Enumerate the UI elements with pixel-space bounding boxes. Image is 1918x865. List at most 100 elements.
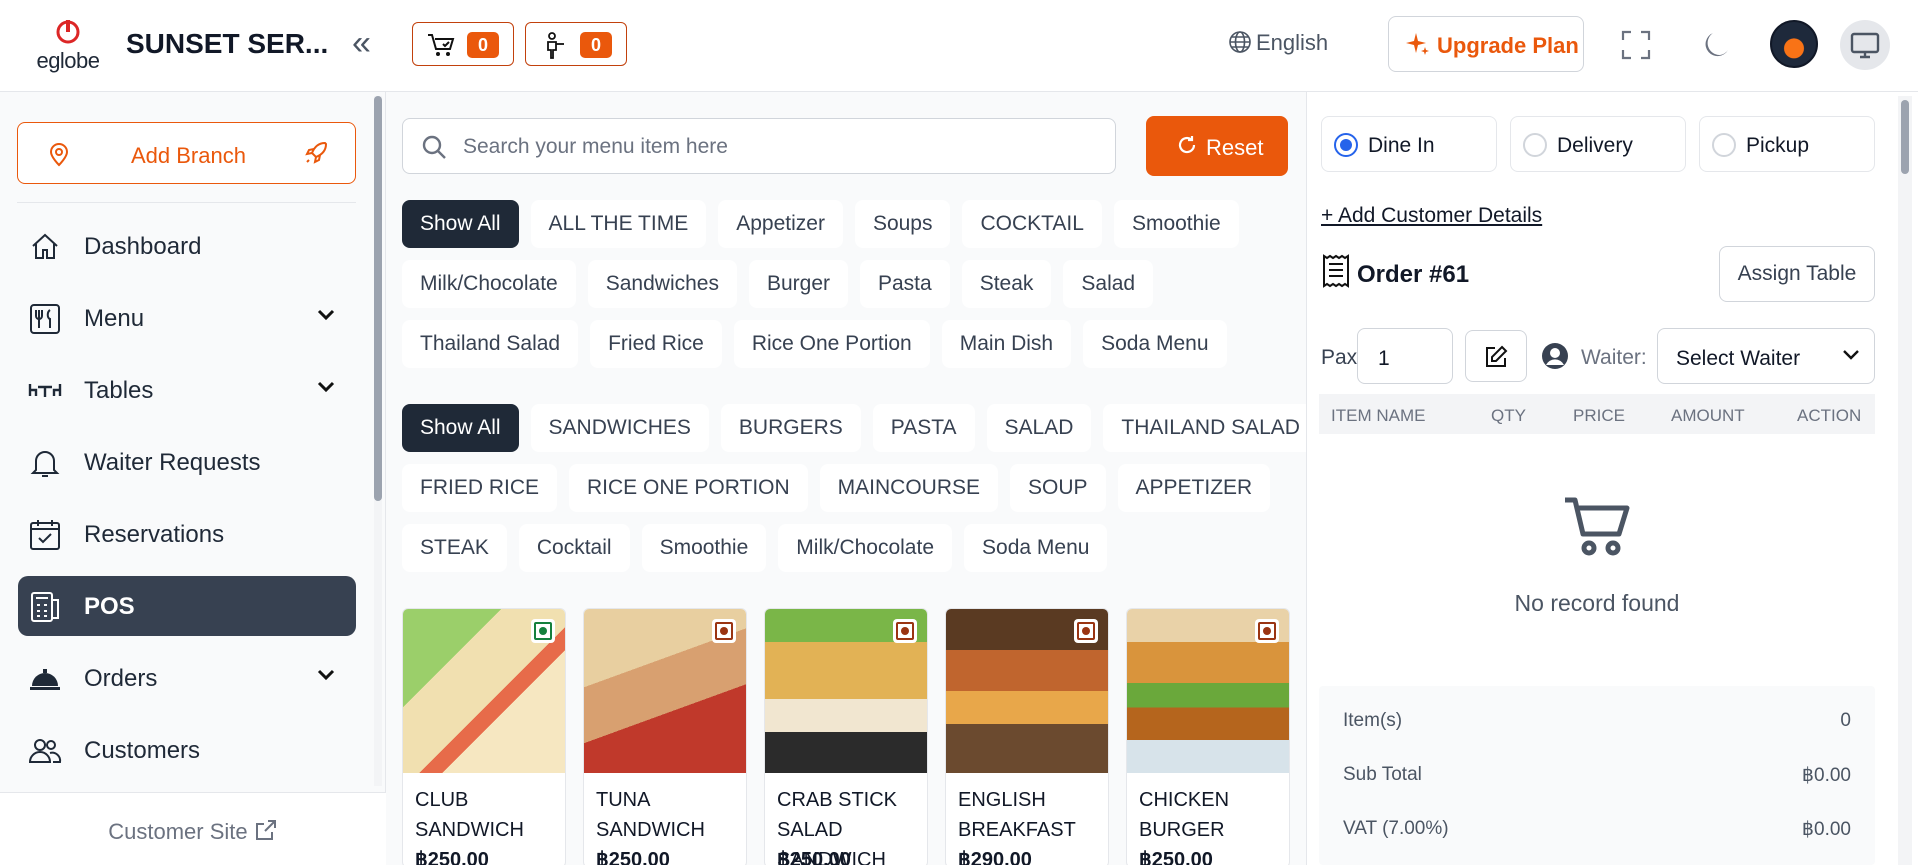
category-chip[interactable]: MAINCOURSE (819, 464, 999, 512)
desktop-view-button[interactable] (1840, 20, 1890, 70)
menu-chip[interactable]: Main Dish (941, 320, 1072, 368)
sidebar-item-customers[interactable]: Customers (18, 720, 356, 780)
collapse-sidebar-icon[interactable]: « (352, 26, 371, 60)
home-icon (32, 233, 58, 259)
menu-item-card[interactable]: ENGLISH BREAKFAST ฿290.00 (945, 608, 1109, 865)
menu-chip[interactable]: Soups (854, 200, 951, 248)
menu-filter-row: Show All ALL THE TIME Appetizer Soups CO… (402, 200, 1239, 248)
customer-site-link[interactable]: Customer Site (0, 792, 386, 865)
menu-item-card[interactable]: CRAB STICK SALAD SANDWICH ฿250.00 (764, 608, 928, 865)
empty-cart-icon (1565, 497, 1630, 556)
menu-chip[interactable]: Milk/Chocolate (402, 260, 576, 308)
sidebar-item-dashboard[interactable]: Dashboard (18, 216, 356, 276)
sparkle-icon (1405, 31, 1431, 63)
assign-table-button[interactable]: Assign Table (1719, 246, 1875, 302)
sidebar-item-menu[interactable]: Menu (18, 288, 356, 348)
category-chip[interactable]: BURGERS (720, 404, 861, 452)
menu-chip[interactable]: Salad (1063, 260, 1154, 308)
reset-button[interactable]: Reset (1146, 116, 1288, 176)
menu-item-card[interactable]: CHICKEN BURGER ฿250.00 (1126, 608, 1290, 865)
category-chip[interactable]: SOUP (1010, 464, 1106, 512)
sidebar-item-label: Dashboard (84, 233, 202, 260)
pax-input[interactable]: 1 (1357, 328, 1453, 384)
waiter-requests-button[interactable]: 0 (525, 22, 627, 66)
menu-chip[interactable]: COCKTAIL (962, 200, 1102, 248)
category-chip[interactable]: Show All (402, 404, 519, 452)
category-chip[interactable]: SALAD (986, 404, 1092, 452)
sidebar-item-waiter-requests[interactable]: Waiter Requests (18, 432, 356, 492)
category-chip[interactable]: STEAK (402, 524, 507, 572)
add-customer-link[interactable]: + Add Customer Details (1321, 204, 1542, 228)
waiter-label: Waiter: (1581, 346, 1647, 369)
globe-icon (1229, 31, 1251, 53)
map-pin-icon (48, 141, 70, 173)
nonveg-indicator (1255, 619, 1279, 643)
edit-icon (1486, 345, 1508, 367)
sidebar-item-label: Tables (84, 377, 154, 404)
menu-chip[interactable]: Steak (961, 260, 1052, 308)
menu-chip[interactable]: Show All (402, 200, 519, 248)
menu-chip[interactable]: Burger (748, 260, 848, 308)
external-link-icon (255, 820, 276, 840)
order-scrollbar[interactable] (1901, 100, 1909, 174)
add-branch-label: Add Branch (131, 143, 246, 168)
menu-chip[interactable]: Sandwiches (587, 260, 737, 308)
menu-chip[interactable]: Appetizer (718, 200, 843, 248)
category-filter-row: STEAK Cocktail Smoothie Milk/Chocolate S… (402, 524, 1108, 572)
veg-indicator (531, 619, 555, 643)
category-chip[interactable]: FRIED RICE (402, 464, 558, 512)
menu-chip[interactable]: Fried Rice (590, 320, 722, 368)
menu-item-card[interactable]: CLUB SANDWICH ฿250.00 (402, 608, 566, 865)
sidebar-scrollbar[interactable] (374, 96, 382, 501)
menu-chip[interactable]: ALL THE TIME (530, 200, 707, 248)
sidebar-item-pos[interactable]: POS (18, 576, 356, 636)
order-type-delivery[interactable]: Delivery (1510, 116, 1686, 172)
search-input[interactable] (463, 131, 1093, 163)
sidebar-item-label: Orders (84, 665, 158, 692)
sidebar-item-orders[interactable]: Orders (18, 648, 356, 708)
order-type-pickup[interactable]: Pickup (1699, 116, 1875, 172)
language-selector[interactable]: English (1228, 30, 1328, 56)
category-chip[interactable]: APPETIZER (1117, 464, 1271, 512)
waiter-select[interactable]: Select Waiter (1657, 328, 1875, 384)
column-header: AMOUNT (1671, 406, 1745, 425)
menu-chip[interactable]: Soda Menu (1083, 320, 1227, 368)
user-circle-icon (1542, 343, 1568, 369)
logo[interactable]: eglobe (28, 18, 108, 73)
order-type-dine-in[interactable]: Dine In (1321, 116, 1497, 172)
edit-pax-button[interactable] (1465, 330, 1527, 382)
sidebar-item-tables[interactable]: Tables (18, 360, 356, 420)
sidebar-item-label: POS (84, 593, 135, 620)
menu-chip[interactable]: Smoothie (1113, 200, 1239, 248)
avatar[interactable] (1770, 20, 1818, 68)
chevron-down-icon (317, 381, 335, 393)
menu-panel: Reset Show All ALL THE TIME Appetizer So… (386, 92, 1318, 865)
item-price: ฿290.00 (958, 849, 1032, 865)
sidebar-item-label: Menu (84, 305, 145, 332)
sidebar-item-reservations[interactable]: Reservations (18, 504, 356, 564)
add-branch-button[interactable]: Add Branch (17, 122, 356, 184)
upgrade-plan-button[interactable]: Upgrade Plan (1388, 16, 1584, 72)
waiter-icon (547, 32, 564, 59)
category-chip[interactable]: PASTA (872, 404, 975, 452)
category-chip[interactable]: SANDWICHES (530, 404, 709, 452)
moon-icon[interactable] (1698, 28, 1732, 62)
menu-chip[interactable]: Pasta (860, 260, 950, 308)
category-chip[interactable]: Smoothie (641, 524, 767, 572)
category-chip[interactable]: Milk/Chocolate (778, 524, 953, 572)
category-chip[interactable]: Soda Menu (964, 524, 1108, 572)
category-chip[interactable]: Cocktail (518, 524, 630, 572)
chevron-down-icon (1843, 350, 1859, 360)
menu-item-card[interactable]: TUNA SANDWICH ฿250.00 (583, 608, 747, 865)
menu-chip[interactable]: Rice One Portion (733, 320, 930, 368)
tables-icon (28, 384, 62, 397)
cart-orders-button[interactable]: 0 (412, 22, 514, 66)
order-panel: Dine In Delivery Pickup + Add Customer D… (1306, 92, 1918, 865)
refresh-icon (1176, 134, 1198, 162)
category-chip[interactable]: RICE ONE PORTION (569, 464, 808, 512)
fullscreen-icon[interactable] (1619, 28, 1653, 62)
waiter-count: 0 (580, 32, 612, 58)
category-chip[interactable]: THAILAND SALAD (1103, 404, 1318, 452)
reset-label: Reset (1206, 135, 1264, 160)
menu-chip[interactable]: Thailand Salad (402, 320, 579, 368)
